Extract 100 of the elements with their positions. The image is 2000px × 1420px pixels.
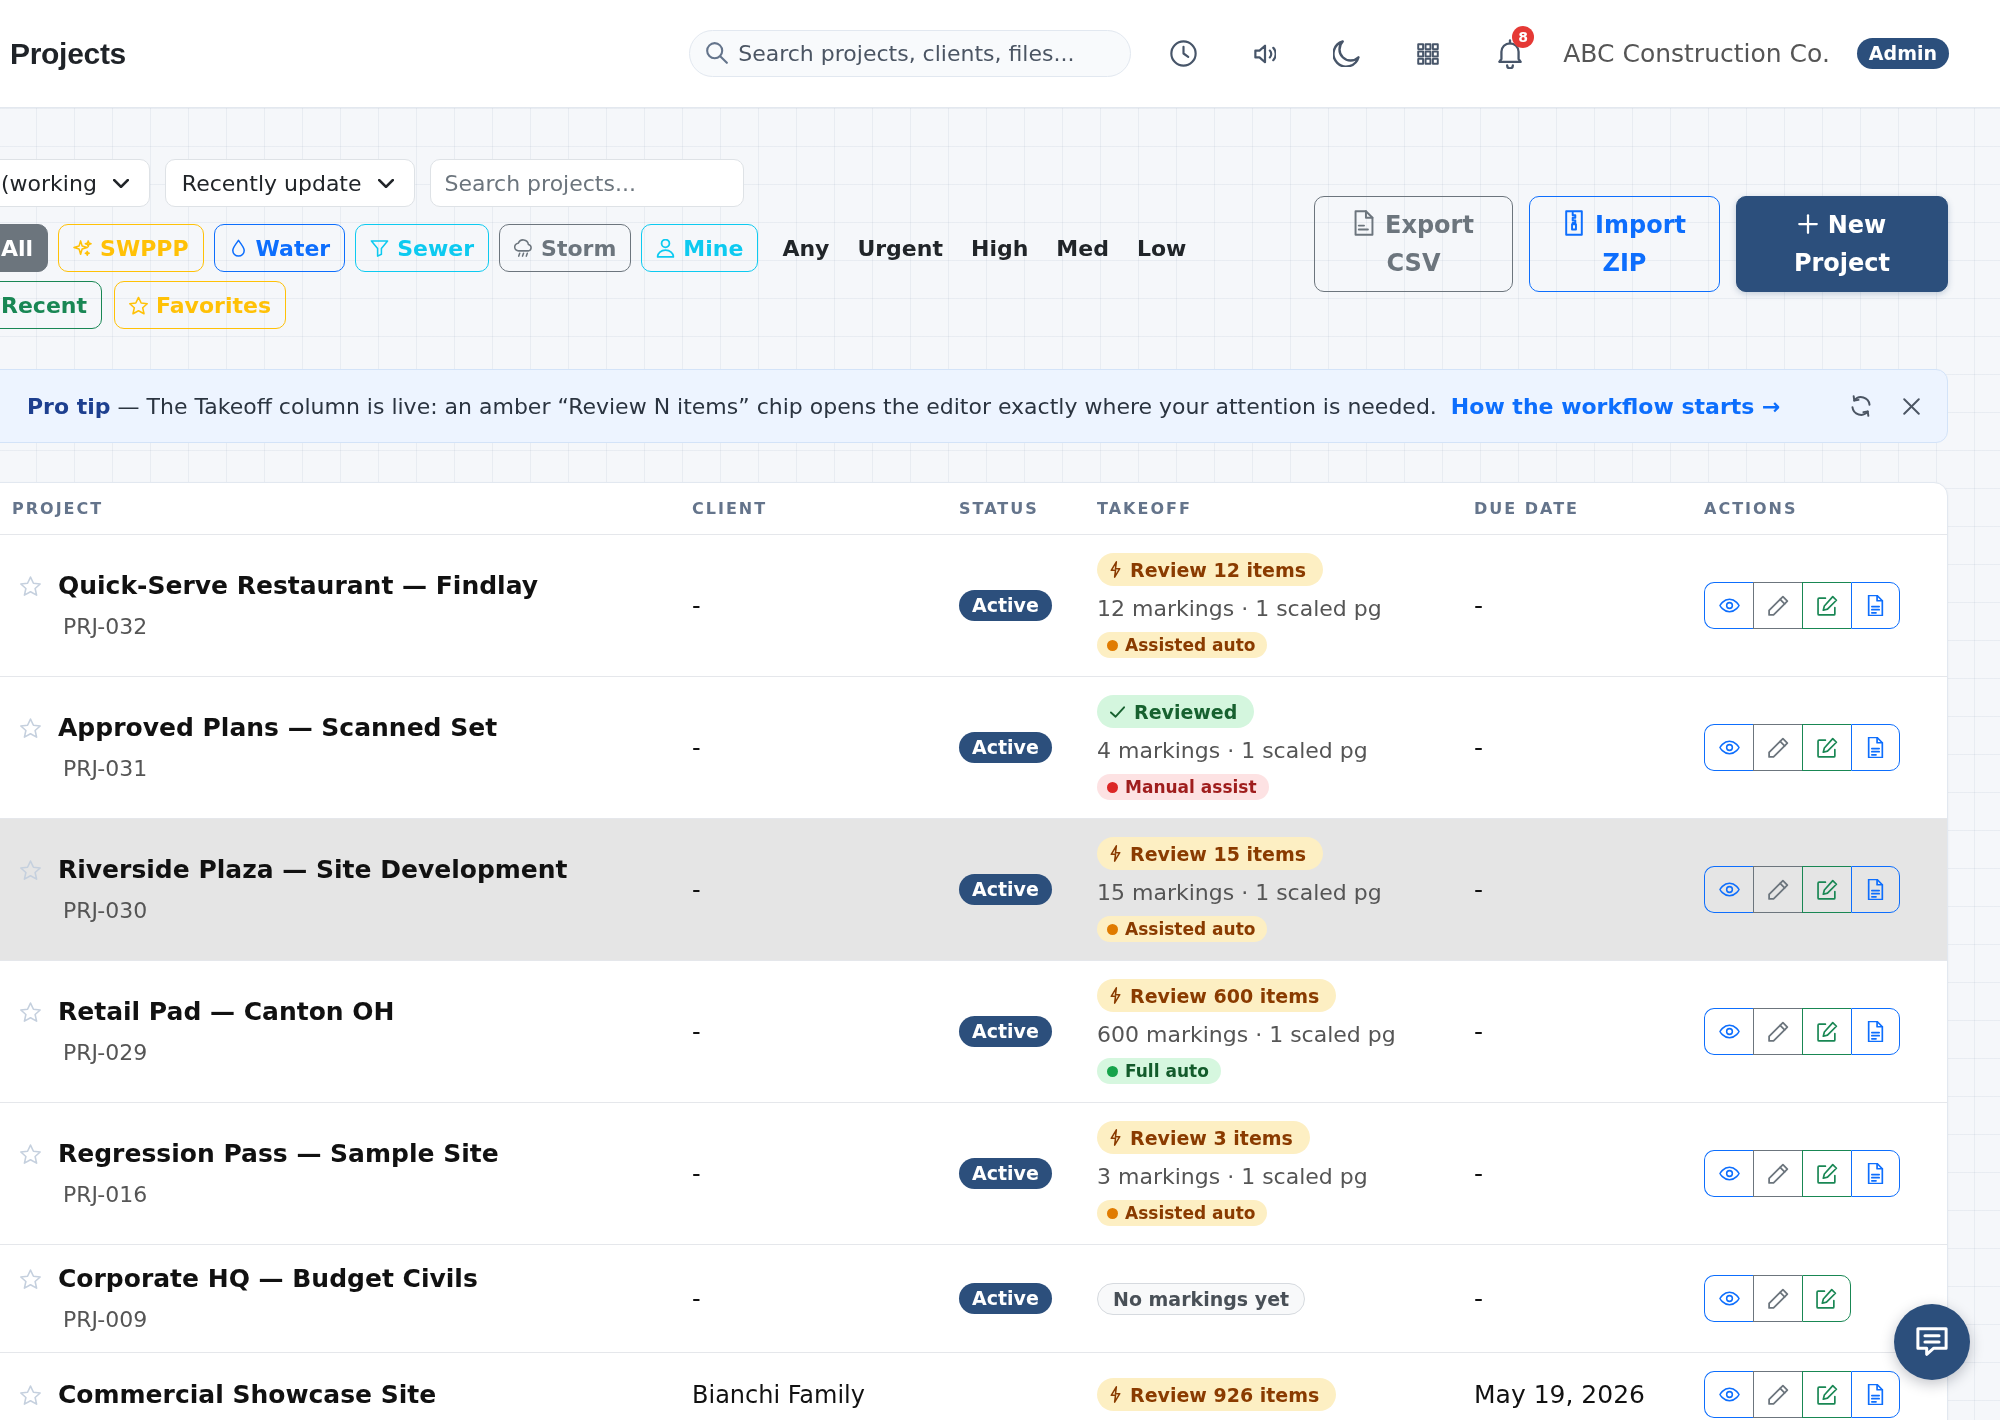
star-icon[interactable] xyxy=(20,860,41,880)
edit-square-button[interactable] xyxy=(1802,1371,1851,1418)
view-button[interactable] xyxy=(1704,1371,1753,1418)
project-id: PRJ-031 xyxy=(62,755,148,783)
filter-dropdown[interactable]: Recently update xyxy=(164,159,415,207)
document-button[interactable] xyxy=(1851,1371,1900,1418)
sparkle-icon xyxy=(73,238,93,258)
status-badge: Active xyxy=(959,1158,1052,1189)
file-icon xyxy=(1353,210,1376,236)
edit-button[interactable] xyxy=(1753,1371,1802,1418)
edit-button[interactable] xyxy=(1753,724,1802,771)
document-button[interactable] xyxy=(1851,582,1900,629)
workflow-link[interactable]: How the workflow starts → xyxy=(1450,393,1781,419)
close-icon[interactable] xyxy=(1903,397,1920,415)
project-id: PRJ-032 xyxy=(62,613,148,641)
priority-filter[interactable]: Med xyxy=(1042,224,1123,272)
filter-chip[interactable]: All xyxy=(0,224,49,272)
priority-filter[interactable]: Low xyxy=(1122,224,1201,272)
pencil-square-icon xyxy=(1816,1288,1837,1309)
filter-chip[interactable]: Storm xyxy=(499,224,632,272)
document-icon xyxy=(1865,1163,1886,1184)
edit-button[interactable] xyxy=(1753,1008,1802,1055)
due-date: - xyxy=(1474,1159,1484,1188)
client-name: - xyxy=(692,1017,701,1046)
edit-square-button[interactable] xyxy=(1802,1150,1851,1197)
search-field[interactable]: Search projects... xyxy=(429,159,744,207)
edit-square-button[interactable] xyxy=(1802,724,1851,771)
bolt-icon xyxy=(1110,845,1121,862)
filter-dropdown[interactable]: (working xyxy=(0,159,150,207)
edit-button[interactable] xyxy=(1753,1150,1802,1197)
document-button[interactable] xyxy=(1851,724,1900,771)
view-button[interactable] xyxy=(1704,1008,1753,1055)
document-button[interactable] xyxy=(1851,866,1900,913)
clock-icon[interactable] xyxy=(1170,40,1198,67)
view-button[interactable] xyxy=(1704,1150,1753,1197)
table-row[interactable]: Corporate HQ — Budget Civils PRJ-009 - Active No markings yet - xyxy=(0,1245,1947,1353)
document-button[interactable] xyxy=(1851,1150,1900,1197)
takeoff-chip[interactable]: Reviewed xyxy=(1097,695,1255,728)
project-id: PRJ-030 xyxy=(62,897,148,925)
edit-square-button[interactable] xyxy=(1802,1275,1851,1322)
search-field[interactable]: Search projects, clients, files... xyxy=(689,30,1132,77)
client-name: - xyxy=(692,1159,701,1188)
zip-file-icon xyxy=(1563,210,1586,236)
view-button[interactable] xyxy=(1704,866,1753,913)
import-zip-button[interactable]: Import ZIP xyxy=(1529,196,1720,292)
edit-square-button[interactable] xyxy=(1802,866,1851,913)
markings-summary: 600 markings · 1 scaled pg xyxy=(1097,1021,1396,1049)
star-icon[interactable] xyxy=(20,718,41,738)
due-date: - xyxy=(1474,591,1484,620)
project-name: Quick-Serve Restaurant — Findlay xyxy=(58,570,539,602)
speaker-icon[interactable] xyxy=(1254,43,1277,64)
moon-icon[interactable] xyxy=(1333,40,1361,67)
star-icon[interactable] xyxy=(20,1269,41,1289)
column-header: ACTIONS xyxy=(1703,499,1798,518)
star-icon[interactable] xyxy=(20,1384,41,1405)
bolt-icon xyxy=(1110,561,1121,578)
priority-filter[interactable]: Urgent xyxy=(843,224,957,272)
pencil-icon xyxy=(1767,595,1789,616)
status-badge: Active xyxy=(959,732,1052,763)
export-csv-button[interactable]: Export CSV xyxy=(1314,196,1513,292)
takeoff-chip[interactable]: Review 15 items xyxy=(1097,837,1324,870)
priority-filter[interactable]: High xyxy=(956,224,1043,272)
priority-filter[interactable]: Any xyxy=(768,224,844,272)
document-button[interactable] xyxy=(1851,1008,1900,1055)
refresh-icon[interactable] xyxy=(1851,395,1871,417)
tip-text: Pro tip — The Takeoff column is live: an amber “Review N items” chip opens the editor exactly where your attention is needed. xyxy=(27,393,1437,419)
view-button[interactable] xyxy=(1704,724,1753,771)
table-row[interactable]: Approved Plans — Scanned Set PRJ-031 - Active Reviewed 4 markings · 1 scaled pg Manual assist - xyxy=(0,677,1947,819)
apps-grid-icon[interactable] xyxy=(1417,42,1440,65)
bolt-icon xyxy=(1110,1129,1121,1146)
new-project-button[interactable]: New Project xyxy=(1736,196,1948,292)
filter-chip[interactable]: Recent xyxy=(0,281,102,329)
project-name: Corporate HQ — Budget Civils xyxy=(58,1263,478,1295)
takeoff-chip[interactable]: Review 600 items xyxy=(1097,979,1337,1012)
takeoff-chip[interactable]: Review 926 items xyxy=(1097,1378,1337,1411)
star-icon[interactable] xyxy=(20,576,41,596)
filter-chip[interactable]: Water xyxy=(213,224,346,272)
table-row[interactable]: Retail Pad — Canton OH PRJ-029 - Active Review 600 items 600 markings · 1 scaled pg Full auto - xyxy=(0,961,1947,1103)
edit-button[interactable] xyxy=(1753,866,1802,913)
edit-square-button[interactable] xyxy=(1802,1008,1851,1055)
edit-square-button[interactable] xyxy=(1802,582,1851,629)
star-icon[interactable] xyxy=(20,1002,41,1022)
pencil-icon xyxy=(1767,1384,1789,1405)
document-icon xyxy=(1865,595,1886,616)
view-button[interactable] xyxy=(1704,582,1753,629)
edit-button[interactable] xyxy=(1753,582,1802,629)
takeoff-chip[interactable]: No markings yet xyxy=(1097,1282,1306,1315)
due-date: May 19, 2026 xyxy=(1474,1380,1645,1409)
client-name: - xyxy=(692,1284,701,1313)
document-icon xyxy=(1865,737,1886,758)
edit-button[interactable] xyxy=(1753,1275,1802,1322)
table-row[interactable]: Riverside Plaza — Site Development PRJ-030 - Active Review 15 items 15 markings · 1 scaled pg Assisted auto - xyxy=(0,819,1947,961)
takeoff-chip[interactable]: Review 12 items xyxy=(1097,553,1324,586)
star-icon[interactable] xyxy=(20,1144,41,1164)
project-name: Riverside Plaza — Site Development xyxy=(58,854,568,886)
takeoff-chip[interactable]: Review 3 items xyxy=(1097,1121,1310,1154)
table-row[interactable]: Quick-Serve Restaurant — Findlay PRJ-032 - Active Review 12 items 12 markings · 1 scaled pg Assisted auto - xyxy=(0,535,1947,677)
table-row[interactable]: Regression Pass — Sample Site PRJ-016 - Active Review 3 items 3 markings · 1 scaled pg Assisted auto - xyxy=(0,1103,1947,1245)
view-button[interactable] xyxy=(1704,1275,1753,1322)
status-badge: Active xyxy=(959,590,1052,621)
